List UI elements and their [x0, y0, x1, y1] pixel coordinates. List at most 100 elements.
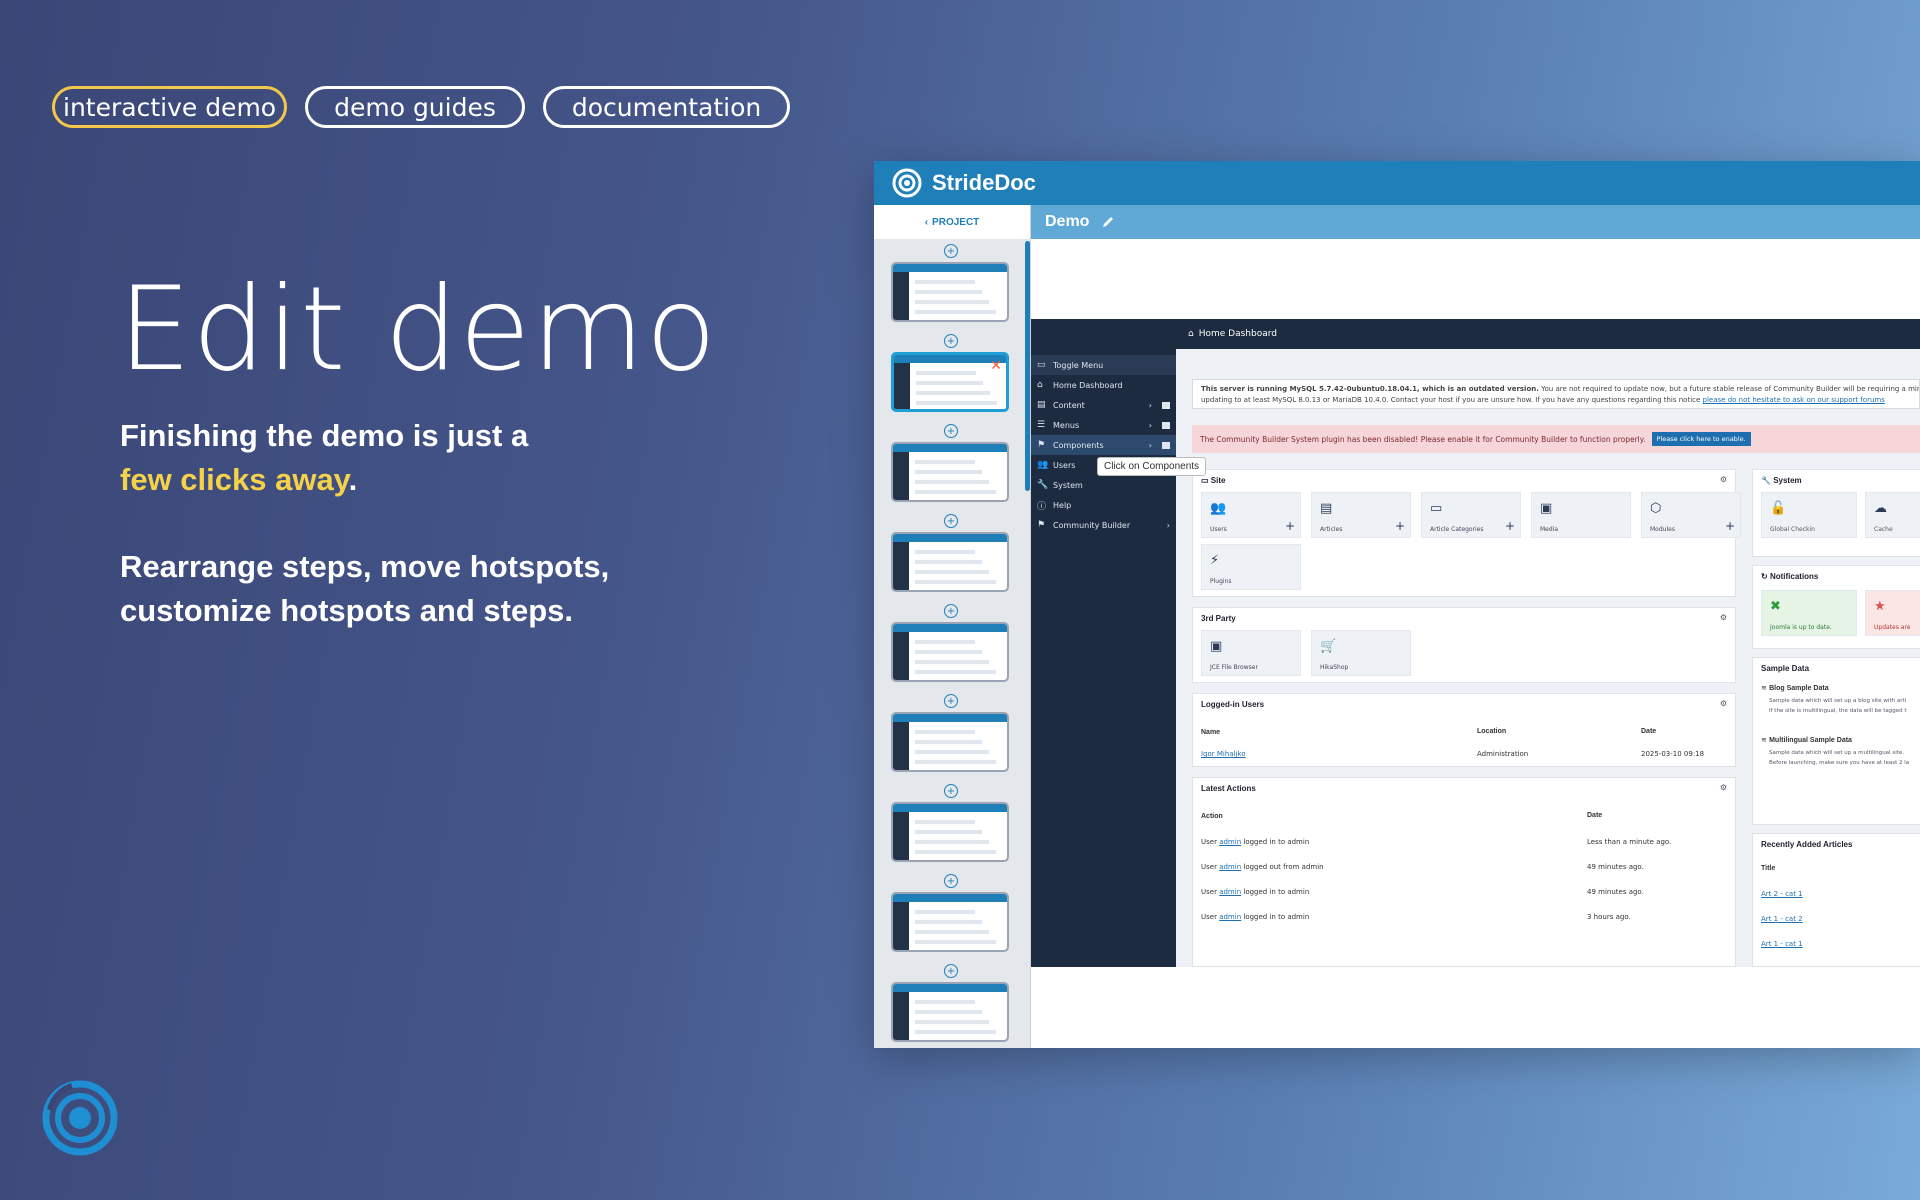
plus-icon[interactable]: +: [1725, 519, 1735, 533]
hotspot-tooltip[interactable]: Click on Components: [1097, 457, 1207, 476]
third-party-tile[interactable]: 🛒 HikaShop: [1311, 630, 1411, 676]
add-step-icon[interactable]: +: [944, 514, 958, 528]
thumb-topbar: [893, 264, 1007, 272]
nav-item-label: Home Dashboard: [1053, 380, 1123, 390]
enable-plugin-button[interactable]: Please click here to enable.: [1651, 432, 1751, 446]
user-link[interactable]: admin: [1219, 838, 1241, 846]
step-thumbnail[interactable]: [891, 532, 1009, 592]
gear-icon[interactable]: ⚙: [1720, 699, 1727, 708]
nav-item-community[interactable]: ⚑ Community Builder ›: [1031, 515, 1176, 535]
step-thumbnail[interactable]: ✕: [891, 352, 1009, 412]
nav-item-content[interactable]: ▤ Content ›: [1031, 395, 1176, 415]
user-link[interactable]: admin: [1219, 863, 1241, 871]
plugin-alert: The Community Builder System plugin has …: [1192, 425, 1920, 453]
chevron-left-icon: ‹: [924, 216, 929, 228]
site-tile[interactable]: ⬡ Modules +: [1641, 492, 1741, 538]
site-tile[interactable]: ▤ Articles +: [1311, 492, 1411, 538]
plus-icon[interactable]: +: [1505, 519, 1515, 533]
gear-icon[interactable]: ⚙: [1720, 475, 1727, 484]
step-thumbnail[interactable]: [891, 982, 1009, 1042]
thumb-line: [915, 840, 989, 844]
sample-item-title[interactable]: ≋ Blog Sample Data: [1761, 684, 1920, 692]
tile-label: Joomla is up to date.: [1770, 624, 1832, 631]
add-step-icon[interactable]: +: [944, 784, 958, 798]
action-date: 49 minutes ago.: [1587, 888, 1644, 896]
tab-demo-guides[interactable]: demo guides: [305, 86, 525, 128]
article-link[interactable]: Art 1 - cat 2: [1761, 915, 1920, 923]
col-date: Date: [1587, 812, 1603, 819]
project-back-link[interactable]: ‹ PROJECT: [874, 205, 1030, 239]
tab-documentation[interactable]: documentation: [542, 86, 791, 128]
nav-item-home[interactable]: ⌂ Home Dashboard: [1031, 375, 1176, 395]
plus-icon[interactable]: +: [1285, 519, 1295, 533]
subtitle-line: Finishing the demo is just a: [120, 418, 529, 453]
nav-item-help[interactable]: ⓘ Help: [1031, 495, 1176, 515]
add-step-icon[interactable]: +: [944, 334, 958, 348]
thumb-topbar: [893, 984, 1007, 992]
app-window: StrideDoc ‹ PROJECT + + ✕ + + + + + + + Demo ▭ Tog…: [874, 161, 1920, 1048]
star-icon: ★: [1874, 599, 1886, 614]
toggle-icon: ▭: [1037, 360, 1046, 370]
thumb-line: [915, 650, 982, 654]
thumb-line: [915, 310, 996, 314]
system-title-text: System: [1773, 476, 1802, 485]
add-step-icon[interactable]: +: [944, 424, 958, 438]
step-thumbnail[interactable]: [891, 712, 1009, 772]
gear-icon[interactable]: ⚙: [1720, 783, 1727, 792]
add-step-icon[interactable]: +: [944, 694, 958, 708]
nav-item-label: Help: [1053, 500, 1072, 510]
plus-icon[interactable]: +: [1395, 519, 1405, 533]
sample-item-title[interactable]: ≋ Multilingual Sample Data: [1761, 736, 1920, 744]
step-thumbnail[interactable]: [891, 622, 1009, 682]
user-link[interactable]: admin: [1219, 888, 1241, 896]
tab-interactive-demo[interactable]: interactive demo: [52, 86, 288, 128]
site-tile[interactable]: ▣ Media: [1531, 492, 1631, 538]
thumb-line: [915, 940, 996, 944]
site-tile[interactable]: ⚡ Plugins: [1201, 544, 1301, 590]
lock-icon: 🔓: [1770, 501, 1787, 516]
pencil-icon[interactable]: [1101, 215, 1115, 229]
step-thumbnail[interactable]: [891, 802, 1009, 862]
article-link[interactable]: Art 2 - cat 1: [1761, 890, 1920, 898]
action-pre: User: [1201, 863, 1217, 871]
admin-main: ⌂ Home Dashboard This server is running …: [1176, 319, 1920, 967]
gear-icon[interactable]: ⚙: [1720, 613, 1727, 622]
actions-title: Latest Actions: [1201, 784, 1256, 793]
subtitle-1: Finishing the demo is just a few clicks …: [120, 414, 528, 502]
nav-item-menus[interactable]: ☰ Menus ›: [1031, 415, 1176, 435]
nav-item-system[interactable]: 🔧 System: [1031, 475, 1176, 495]
step-thumbnail[interactable]: [891, 442, 1009, 502]
thumb-line: [915, 830, 982, 834]
third-party-tile[interactable]: ▣ JCE File Browser: [1201, 630, 1301, 676]
article-link[interactable]: Art 1 - cat 1: [1761, 940, 1920, 948]
add-step-icon[interactable]: +: [944, 874, 958, 888]
wifi-icon: ≋: [1761, 684, 1770, 692]
user-link[interactable]: admin: [1219, 913, 1241, 921]
image-icon: ▣: [1210, 639, 1223, 654]
system-icon: 🔧: [1037, 480, 1049, 490]
updates-tile[interactable]: ★ Updates are: [1865, 590, 1920, 636]
notifications-title: ↻ Notifications: [1761, 572, 1819, 581]
add-step-icon[interactable]: +: [944, 244, 958, 258]
demo-title-bar: Demo: [1031, 205, 1920, 239]
thumb-line: [915, 580, 996, 584]
global-checkin-tile[interactable]: 🔓 Global Checkin: [1761, 492, 1857, 538]
step-thumbnail[interactable]: [891, 262, 1009, 322]
thumb-line: [915, 460, 975, 464]
thumb-line: [915, 640, 975, 644]
close-icon[interactable]: ✕: [990, 358, 1002, 374]
add-step-icon[interactable]: +: [944, 604, 958, 618]
notice-link[interactable]: please do not hesitate to ask on our sup…: [1703, 396, 1885, 404]
nav-item-components[interactable]: ⚑ Components ›: [1031, 435, 1176, 455]
nav-item-toggle[interactable]: ▭ Toggle Menu: [1031, 355, 1176, 375]
scrollbar[interactable]: [1025, 241, 1030, 491]
action-text: logged out from admin: [1243, 863, 1324, 871]
add-step-icon[interactable]: +: [944, 964, 958, 978]
step-thumbnail[interactable]: [891, 892, 1009, 952]
joomla-uptodate-tile[interactable]: ✖ Joomla is up to date.: [1761, 590, 1857, 636]
action-text: logged in to admin: [1243, 888, 1310, 896]
site-tile[interactable]: ▭ Article Categories +: [1421, 492, 1521, 538]
cache-tile[interactable]: ☁ Cache: [1865, 492, 1920, 538]
site-tile[interactable]: 👥 Users +: [1201, 492, 1301, 538]
user-link[interactable]: Igor Mihaljko: [1201, 750, 1246, 758]
